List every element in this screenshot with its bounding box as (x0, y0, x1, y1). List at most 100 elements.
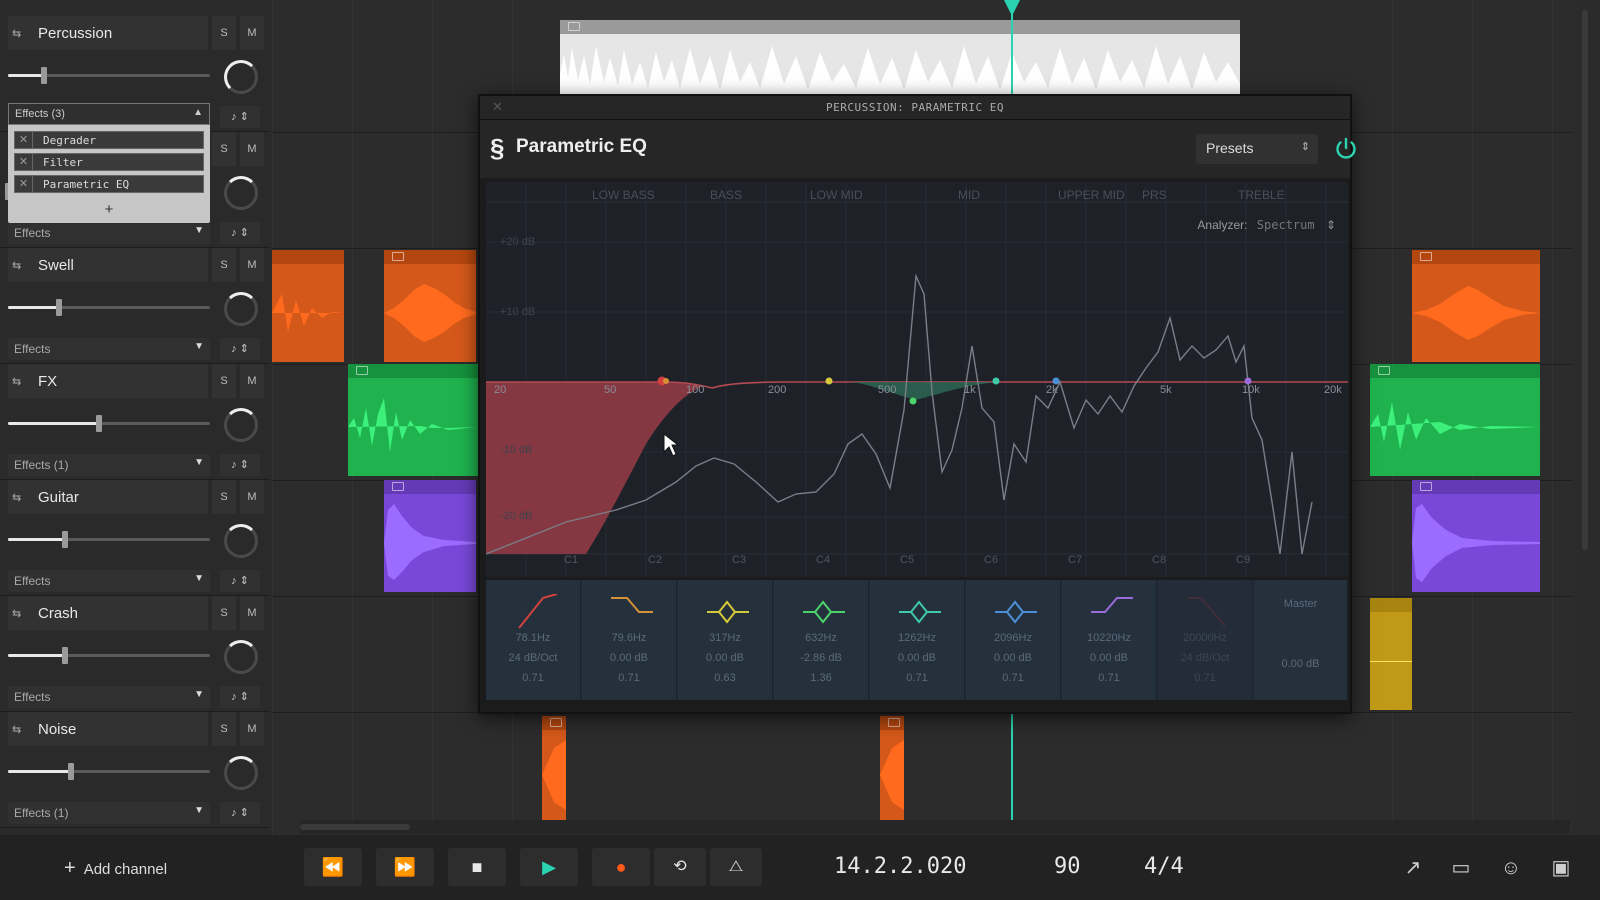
band-gain[interactable]: 24 dB/Oct (486, 652, 580, 664)
play-button[interactable]: ▶ (520, 848, 578, 886)
mute-button[interactable]: M (240, 480, 264, 514)
routing-button[interactable]: ♪ ⇕ (220, 222, 260, 244)
volume-slider[interactable] (8, 763, 210, 780)
tempo-display[interactable]: 90 (1054, 854, 1081, 879)
pan-knob[interactable] (224, 408, 258, 442)
save-icon[interactable]: ▣ (1548, 855, 1574, 881)
band-frequency[interactable]: 2096Hz (966, 632, 1060, 644)
drag-handle-icon[interactable]: ⇆ (12, 259, 21, 272)
solo-button[interactable]: S (212, 712, 236, 746)
analyzer-select[interactable]: Analyzer: Spectrum ⇕ (1197, 218, 1336, 232)
eq-node-5[interactable] (992, 377, 1000, 385)
band-gain[interactable]: 24 dB/Oct (1158, 652, 1252, 664)
band-gain[interactable]: 0.00 dB (678, 652, 772, 664)
remove-icon[interactable]: ✕ (15, 132, 33, 148)
volume-slider[interactable] (8, 299, 210, 316)
eq-band-6[interactable]: 2096Hz 0.00 dB 0.71 (966, 580, 1061, 700)
clip-noise[interactable] (880, 716, 904, 820)
routing-button[interactable]: ♪ ⇕ (220, 686, 260, 708)
band-frequency[interactable]: 632Hz (774, 632, 868, 644)
volume-thumb[interactable] (56, 299, 62, 316)
pan-knob[interactable] (224, 60, 258, 94)
clip-swell[interactable] (1412, 250, 1540, 362)
mute-button[interactable]: M (240, 596, 264, 630)
mute-button[interactable]: M (240, 248, 264, 282)
channel-header[interactable]: ⇆ Percussion (8, 16, 208, 50)
effects-select[interactable]: Effects ▼ (8, 570, 210, 592)
clip-fx[interactable] (1370, 364, 1540, 476)
remove-icon[interactable]: ✕ (15, 176, 33, 192)
band-gain[interactable]: 0.00 dB (870, 652, 964, 664)
solo-button[interactable]: S (212, 132, 236, 166)
band-q[interactable]: 0.63 (678, 672, 772, 684)
effects-select[interactable]: Effects (1) ▼ (8, 802, 210, 824)
routing-button[interactable]: ♪ ⇕ (220, 454, 260, 476)
help-icon[interactable]: ☺ (1498, 855, 1524, 881)
routing-button[interactable]: ♪ ⇕ (220, 106, 260, 128)
add-channel-button[interactable]: + Add channel (64, 857, 167, 880)
eq-band-2[interactable]: 79.6Hz 0.00 dB 0.71 (582, 580, 677, 700)
band-gain[interactable]: 0.00 dB (582, 652, 676, 664)
remove-icon[interactable]: ✕ (15, 154, 33, 170)
metronome-button[interactable]: ⧍ (710, 848, 762, 886)
channel-header[interactable]: ⇆ Crash (8, 596, 208, 630)
volume-thumb[interactable] (96, 415, 102, 432)
band-q[interactable]: 0.71 (1062, 672, 1156, 684)
eq-band-5[interactable]: 1262Hz 0.00 dB 0.71 (870, 580, 965, 700)
band-frequency[interactable]: 79.6Hz (582, 632, 676, 644)
position-display[interactable]: 14.2.2.020 (834, 854, 966, 879)
solo-button[interactable]: S (212, 596, 236, 630)
solo-button[interactable]: S (212, 16, 236, 50)
drag-handle-icon[interactable]: ⇆ (12, 723, 21, 736)
eq-graph-canvas[interactable] (486, 182, 1348, 577)
routing-button[interactable]: ♪ ⇕ (220, 802, 260, 824)
mute-button[interactable]: M (240, 712, 264, 746)
fast-forward-button[interactable]: ⏩ (376, 848, 434, 886)
mute-button[interactable]: M (240, 16, 264, 50)
solo-button[interactable]: S (212, 364, 236, 398)
clip-guitar[interactable] (384, 480, 476, 592)
solo-button[interactable]: S (212, 248, 236, 282)
effects-select[interactable]: Effects (1) ▼ (8, 454, 210, 476)
eq-band-3[interactable]: 317Hz 0.00 dB 0.63 (678, 580, 773, 700)
drag-handle-icon[interactable]: ⇆ (12, 27, 21, 40)
eq-graph[interactable]: LOW BASS BASS LOW MID MID UPPER MID PRS … (486, 182, 1348, 577)
band-frequency[interactable]: 20000Hz (1158, 632, 1252, 644)
drag-handle-icon[interactable]: ⇆ (12, 375, 21, 388)
band-q[interactable]: 0.71 (486, 672, 580, 684)
loop-button[interactable]: ⟲ (654, 848, 706, 886)
volume-thumb[interactable] (62, 531, 68, 548)
clip-guitar[interactable] (1412, 480, 1540, 592)
eq-node-4[interactable] (909, 397, 917, 405)
presets-select[interactable]: Presets ⇕ (1196, 134, 1318, 164)
power-icon[interactable] (1334, 137, 1358, 161)
band-gain[interactable]: 0.00 dB (1062, 652, 1156, 664)
volume-thumb[interactable] (62, 647, 68, 664)
effect-item-parametric-eq[interactable]: ✕ Parametric EQ (14, 175, 204, 193)
band-q[interactable]: 0.71 (870, 672, 964, 684)
band-q[interactable]: 1.36 (774, 672, 868, 684)
effects-dropdown-header[interactable]: Effects (3) ▲ (8, 103, 210, 125)
drag-handle-icon[interactable]: ⇆ (12, 491, 21, 504)
band-q[interactable]: 0.71 (1158, 672, 1252, 684)
routing-button[interactable]: ♪ ⇕ (220, 338, 260, 360)
rewind-button[interactable]: ⏪ (304, 848, 362, 886)
time-signature-display[interactable]: 4/4 (1144, 854, 1184, 879)
effects-select[interactable]: Effects ▼ (8, 222, 210, 244)
effect-item-degrader[interactable]: ✕ Degrader (14, 131, 204, 149)
mute-button[interactable]: M (240, 364, 264, 398)
plugin-window[interactable]: ✕ PERCUSSION: PARAMETRIC EQ § Parametric… (478, 94, 1356, 714)
effects-dropdown[interactable]: Effects (3) ▲ ✕ Degrader ✕ Filter ✕ Para… (8, 103, 210, 223)
band-q[interactable]: 0.71 (966, 672, 1060, 684)
routing-button[interactable]: ♪ ⇕ (220, 570, 260, 592)
plugin-titlebar[interactable]: ✕ PERCUSSION: PARAMETRIC EQ (480, 96, 1350, 120)
channel-header[interactable]: ⇆ Guitar (8, 480, 208, 514)
band-gain[interactable]: -2.86 dB (774, 652, 868, 664)
band-q[interactable]: 0.71 (582, 672, 676, 684)
clip-crash[interactable] (1370, 598, 1412, 710)
eq-node-2[interactable] (663, 378, 669, 384)
eq-band-4[interactable]: 632Hz -2.86 dB 1.36 (774, 580, 869, 700)
clip-percussion[interactable] (560, 20, 1240, 96)
clip-fx[interactable] (348, 364, 478, 476)
record-button[interactable]: ● (592, 848, 650, 886)
